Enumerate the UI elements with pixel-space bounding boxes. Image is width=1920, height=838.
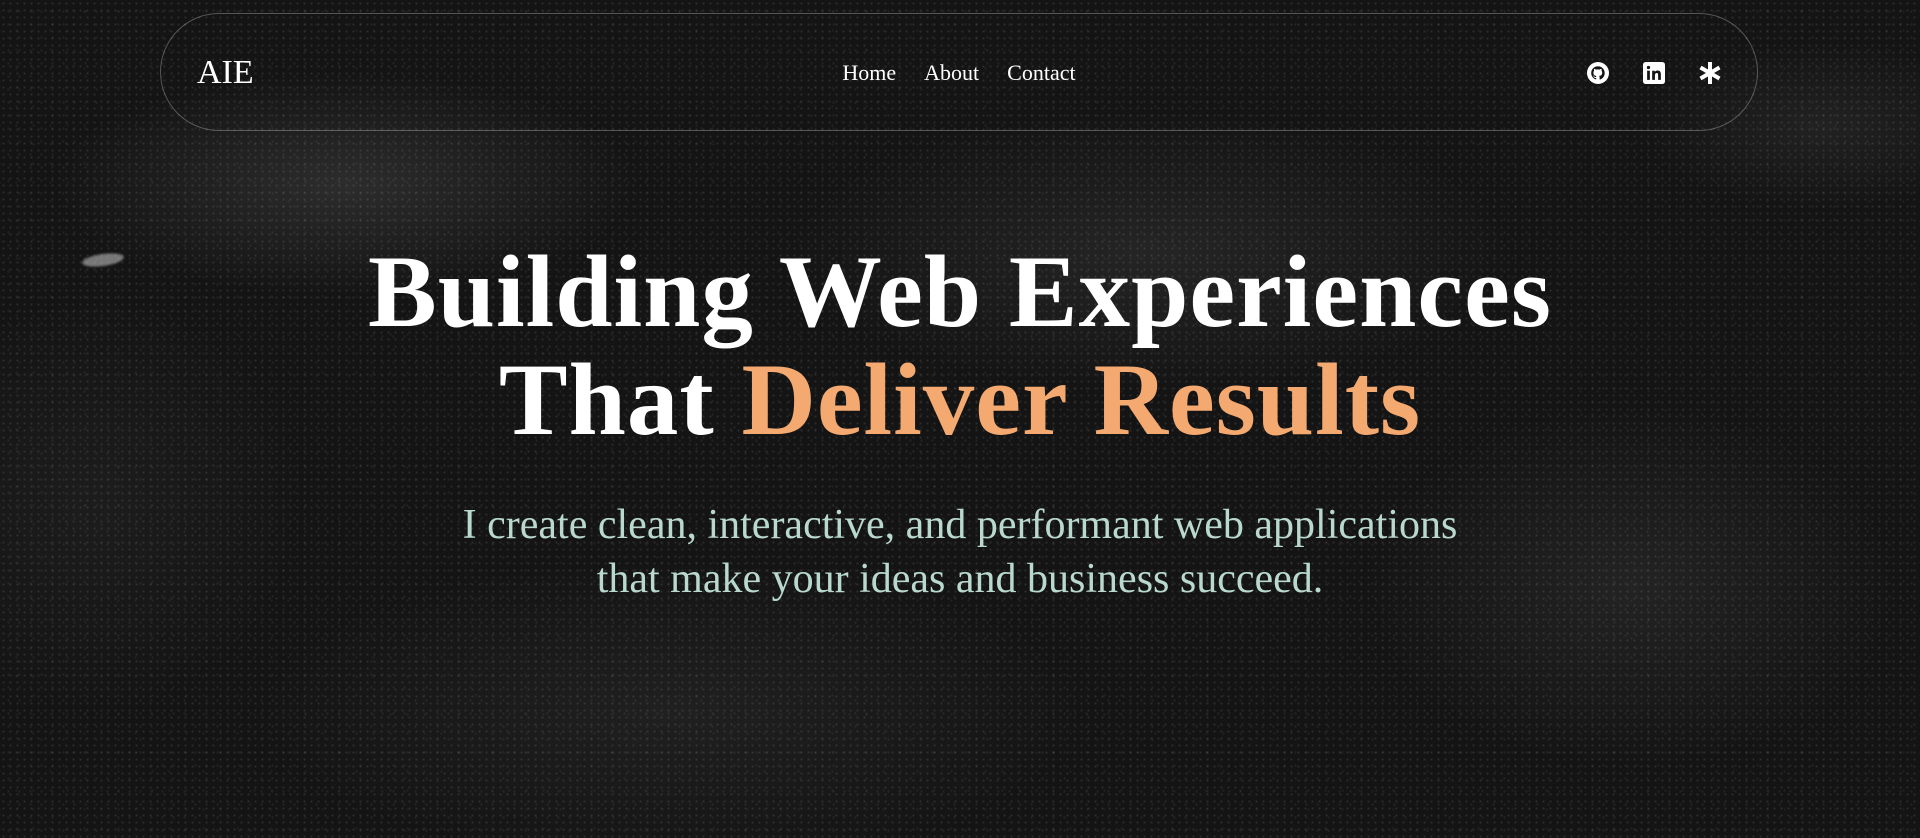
logo[interactable]: AIE	[197, 14, 254, 132]
social-links	[1585, 14, 1723, 132]
nav-link-about[interactable]: About	[924, 60, 979, 86]
hero-section: Building Web Experiences That Deliver Re…	[0, 238, 1920, 606]
headline-accent: Deliver Results	[741, 343, 1422, 457]
nav-links: Home About Contact	[161, 14, 1757, 132]
hero-subtitle: I create clean, interactive, and perform…	[462, 502, 1458, 602]
linkedin-link[interactable]	[1641, 60, 1667, 86]
navbar: AIE Home About Contact	[160, 13, 1758, 131]
hero-headline: Building Web Experiences That Deliver Re…	[0, 238, 1920, 454]
headline-line-2-prefix: That	[498, 343, 715, 457]
nav-link-contact[interactable]: Contact	[1007, 60, 1075, 86]
page-background: AIE Home About Contact Building Web Expe…	[0, 0, 1920, 838]
nav-link-home[interactable]: Home	[842, 60, 896, 86]
headline-line-1: Building Web Experiences	[368, 235, 1552, 349]
asterisk-icon	[1699, 62, 1721, 84]
github-icon	[1587, 62, 1609, 84]
asterisk-link[interactable]	[1697, 60, 1723, 86]
github-link[interactable]	[1585, 60, 1611, 86]
linkedin-icon	[1643, 62, 1665, 84]
